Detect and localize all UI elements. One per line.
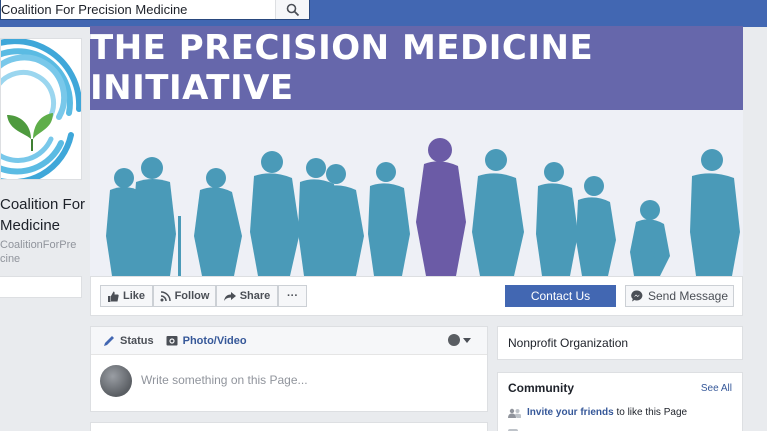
follow-button[interactable]: Follow bbox=[153, 285, 216, 307]
composer-avatar bbox=[100, 365, 132, 397]
page-name-line2[interactable]: Medicine bbox=[0, 215, 60, 237]
camera-icon bbox=[166, 336, 178, 346]
search-button[interactable] bbox=[275, 0, 309, 19]
caret-down-icon bbox=[463, 337, 471, 343]
friends-icon bbox=[508, 408, 521, 418]
page-avatar-small-icon bbox=[448, 334, 460, 346]
pencil-icon bbox=[104, 335, 114, 346]
contact-label: Contact Us bbox=[530, 289, 591, 303]
page-username-line2[interactable]: cine bbox=[0, 253, 20, 265]
contact-us-button[interactable]: Contact Us bbox=[505, 285, 616, 307]
page-action-bar: Like Follow Share ··· Contact Us Send Me… bbox=[90, 276, 743, 316]
send-message-label: Send Message bbox=[647, 289, 729, 303]
thumbs-up-icon bbox=[107, 291, 119, 302]
people-silhouettes bbox=[106, 138, 740, 276]
share-icon bbox=[223, 291, 236, 301]
more-options-button[interactable]: ··· bbox=[278, 285, 307, 307]
next-card bbox=[90, 422, 488, 431]
like-button[interactable]: Like bbox=[100, 285, 153, 307]
share-label: Share bbox=[239, 290, 271, 302]
see-all-link[interactable]: See All bbox=[701, 383, 732, 394]
tab-photo-video[interactable]: Photo/Video bbox=[166, 335, 247, 347]
composer-tabs: Status Photo/Video bbox=[91, 327, 487, 355]
profile-picture[interactable] bbox=[0, 38, 82, 180]
left-nav-box[interactable] bbox=[0, 276, 82, 298]
follow-label: Follow bbox=[174, 290, 210, 302]
tab-status[interactable]: Status bbox=[103, 335, 154, 347]
composer-input[interactable]: Write something on this Page... bbox=[141, 373, 308, 387]
top-bar: Coalition For Precision Medicine bbox=[0, 0, 767, 27]
search-icon bbox=[286, 3, 299, 16]
community-card: Community See All Invite your friends to… bbox=[497, 372, 743, 431]
community-title: Community bbox=[508, 381, 574, 395]
page-category[interactable]: Nonprofit Organization bbox=[508, 336, 628, 350]
cover-photo[interactable]: THE PRECISION MEDICINE INITIATIVE bbox=[90, 26, 743, 276]
page-username-line1[interactable]: CoalitionForPre bbox=[0, 239, 76, 251]
page-category-card: Nonprofit Organization bbox=[497, 326, 743, 360]
like-label: Like bbox=[122, 290, 145, 302]
invite-text: to like this Page bbox=[613, 407, 688, 418]
messenger-icon bbox=[631, 290, 643, 302]
photo-video-tab-label: Photo/Video bbox=[182, 334, 247, 347]
send-message-button[interactable]: Send Message bbox=[625, 285, 734, 307]
invite-friends-link[interactable]: Invite your friends bbox=[527, 407, 614, 418]
coalition-logo bbox=[1, 39, 81, 179]
status-tab-label: Status bbox=[120, 334, 154, 347]
invite-row: Invite your friends to like this Page bbox=[508, 407, 687, 418]
search-bar[interactable]: Coalition For Precision Medicine bbox=[0, 0, 310, 20]
search-input[interactable]: Coalition For Precision Medicine bbox=[1, 2, 275, 17]
page-name-line1[interactable]: Coalition For bbox=[0, 194, 85, 216]
post-composer: Status Photo/Video Write something on th… bbox=[90, 326, 488, 412]
rss-icon bbox=[160, 290, 171, 301]
share-button[interactable]: Share bbox=[216, 285, 278, 307]
more-label: ··· bbox=[287, 290, 298, 302]
audience-selector[interactable] bbox=[448, 334, 471, 346]
